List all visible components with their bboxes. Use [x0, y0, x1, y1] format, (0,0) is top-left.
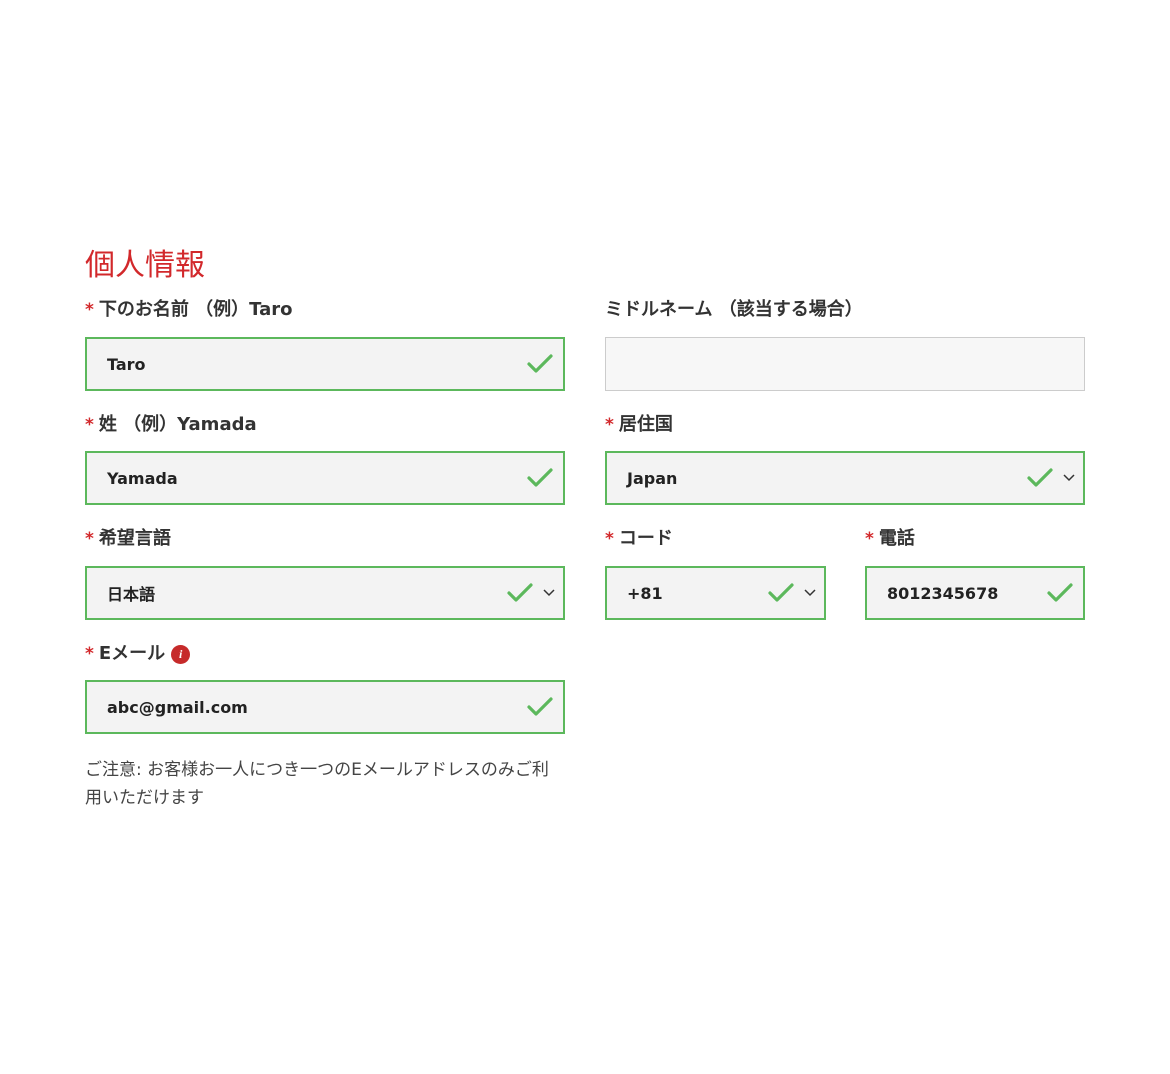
country-value[interactable]: Japan: [607, 469, 1025, 488]
required-mark: *: [865, 529, 874, 549]
check-icon: [766, 581, 796, 605]
phone-label: * 電話: [865, 526, 915, 552]
required-mark: *: [85, 415, 94, 435]
section-title: 個人情報: [85, 248, 205, 283]
last-name-label-text: 姓 （例）Yamada: [98, 414, 257, 435]
country-label: * 居住国: [605, 412, 673, 438]
check-icon: [1025, 466, 1055, 490]
required-mark: *: [85, 300, 94, 320]
language-select[interactable]: 日本語: [85, 566, 565, 620]
last-name-label: * 姓 （例）Yamada: [85, 412, 257, 438]
check-icon: [525, 695, 555, 719]
code-label-text: コード: [618, 528, 673, 549]
middle-name-label: ミドルネーム （該当する場合）: [605, 297, 863, 323]
phone-field[interactable]: 8012345678: [865, 566, 1085, 620]
first-name-label-text: 下のお名前 （例）Taro: [98, 299, 293, 320]
country-select[interactable]: Japan: [605, 451, 1085, 505]
language-label-text: 希望言語: [98, 528, 171, 549]
required-mark: *: [605, 415, 614, 435]
first-name-label: * 下のお名前 （例）Taro: [85, 297, 293, 323]
country-code-select[interactable]: +81: [605, 566, 826, 620]
phone-label-text: 電話: [878, 528, 915, 549]
chevron-down-icon[interactable]: [541, 585, 557, 601]
code-value[interactable]: +81: [607, 584, 766, 603]
check-icon: [1045, 581, 1075, 605]
required-mark: *: [85, 644, 94, 664]
language-value[interactable]: 日本語: [87, 581, 505, 605]
email-field[interactable]: abc@gmail.com: [85, 680, 565, 734]
last-name-field[interactable]: Yamada: [85, 451, 565, 505]
middle-name-label-text: ミドルネーム （該当する場合）: [605, 299, 863, 320]
last-name-value[interactable]: Yamada: [87, 469, 525, 488]
check-icon: [505, 581, 535, 605]
country-label-text: 居住国: [618, 414, 673, 435]
chevron-down-icon[interactable]: [802, 585, 818, 601]
phone-value[interactable]: 8012345678: [867, 584, 1045, 603]
chevron-down-icon[interactable]: [1061, 470, 1077, 486]
first-name-field[interactable]: Taro: [85, 337, 565, 391]
middle-name-field[interactable]: [605, 337, 1085, 391]
required-mark: *: [605, 529, 614, 549]
check-icon: [525, 466, 555, 490]
check-icon: [525, 352, 555, 376]
info-icon[interactable]: i: [171, 644, 191, 664]
email-note: ご注意: お客様お一人につき一つのEメールアドレスのみご利用いただけます: [85, 760, 549, 808]
email-label: * Eメール i: [85, 641, 191, 667]
required-mark: *: [85, 529, 94, 549]
email-value[interactable]: abc@gmail.com: [87, 698, 525, 717]
email-label-text: Eメール: [98, 643, 166, 664]
first-name-value[interactable]: Taro: [87, 355, 525, 374]
code-label: * コード: [605, 526, 673, 552]
language-label: * 希望言語: [85, 526, 171, 552]
